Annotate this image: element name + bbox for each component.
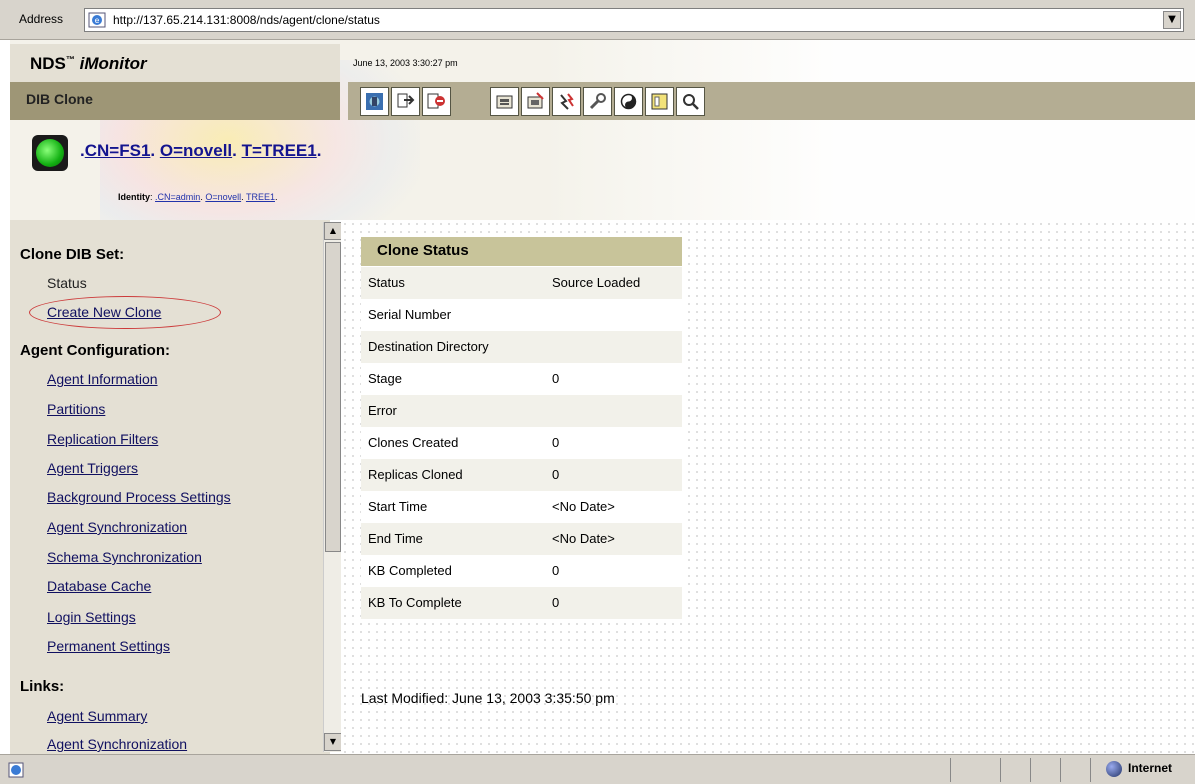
- table-row: Start Time <No Date>: [361, 491, 682, 523]
- nav-item-permanent-settings[interactable]: Permanent Settings: [47, 638, 170, 654]
- clone-status-title: Clone Status: [377, 242, 469, 259]
- page-title: DIB Clone: [26, 91, 93, 107]
- table-row: End Time <No Date>: [361, 523, 682, 555]
- main-content: Clone Status Status Source Loaded Serial…: [341, 220, 1195, 754]
- table-row: KB To Complete 0: [361, 587, 682, 619]
- scroll-up-icon[interactable]: ▲: [324, 222, 342, 240]
- internet-zone-icon: [1106, 761, 1122, 777]
- status-zone-label: Internet: [1128, 761, 1173, 775]
- nav-section-links: Links:: [20, 678, 65, 695]
- address-bar: Address e http://137.65.214.131:8008/nds…: [0, 0, 1195, 40]
- scroll-down-icon[interactable]: ▼: [324, 733, 342, 751]
- server-dn-t-link[interactable]: T=TREE1: [242, 141, 317, 160]
- product-title-strip: NDS™ iMonitor: [10, 44, 340, 82]
- row-value-kb-completed: 0: [552, 563, 560, 578]
- row-label-kb-to-complete: KB To Complete: [368, 595, 462, 610]
- page-title-strip: DIB Clone: [10, 82, 340, 120]
- yin-yang-icon[interactable]: [614, 87, 643, 116]
- row-value-stage: 0: [552, 371, 560, 386]
- status-bar: Internet: [0, 754, 1195, 784]
- nav-item-schema-synchronization[interactable]: Schema Synchronization: [47, 549, 202, 565]
- toolbar: [348, 82, 1195, 120]
- row-value-status: Source Loaded: [552, 275, 641, 290]
- table-row: Clones Created 0: [361, 427, 682, 459]
- nav-item-status[interactable]: Status: [47, 275, 87, 291]
- nav-section-clone: Clone DIB Set:: [20, 246, 125, 263]
- row-label-serial-number: Serial Number: [368, 307, 452, 322]
- report-icon[interactable]: [645, 87, 674, 116]
- page-done-icon: [8, 762, 24, 778]
- left-nav: Clone DIB Set: Status Create New Clone A…: [10, 220, 330, 754]
- identity-o-link[interactable]: O=novell: [205, 192, 241, 202]
- nav-item-agent-information[interactable]: Agent Information: [47, 371, 158, 387]
- search-icon[interactable]: [676, 87, 705, 116]
- row-label-destination-directory: Destination Directory: [368, 339, 489, 354]
- repair-icon[interactable]: [521, 87, 550, 116]
- row-label-replicas-cloned: Replicas Cloned: [368, 467, 463, 482]
- nav-scrollbar[interactable]: ▲ ▼: [323, 222, 342, 752]
- table-row: Error: [361, 395, 682, 427]
- last-modified: Last Modified: June 13, 2003 3:35:50 pm: [361, 690, 615, 706]
- row-value-clones-created: 0: [552, 435, 560, 450]
- table-row: Stage 0: [361, 363, 682, 395]
- row-label-error: Error: [368, 403, 397, 418]
- nav-item-background-process-settings[interactable]: Background Process Settings: [47, 489, 231, 505]
- table-row: KB Completed 0: [361, 555, 682, 587]
- server-dn: .CN=FS1. O=novell. T=TREE1.: [80, 141, 322, 160]
- server-status-icon: [32, 135, 68, 171]
- row-label-stage: Stage: [368, 371, 402, 386]
- product-title: NDS™ iMonitor: [30, 54, 147, 73]
- address-label: Address: [19, 12, 64, 26]
- row-label-kb-completed: KB Completed: [368, 563, 452, 578]
- row-value-start-time: <No Date>: [552, 499, 615, 514]
- navigate-icon[interactable]: [391, 87, 420, 116]
- configure-icon[interactable]: [583, 87, 612, 116]
- row-label-status: Status: [368, 275, 405, 290]
- nav-item-partitions[interactable]: Partitions: [47, 401, 105, 417]
- row-label-clones-created: Clones Created: [368, 435, 459, 450]
- nav-item-login-settings[interactable]: Login Settings: [47, 609, 136, 625]
- page-timestamp: June 13, 2003 3:30:27 pm: [353, 58, 458, 68]
- trace-icon[interactable]: [552, 87, 581, 116]
- scroll-thumb[interactable]: [325, 242, 341, 552]
- nav-item-agent-synchronization[interactable]: Agent Synchronization: [47, 519, 187, 535]
- identity-cn-link[interactable]: .CN=admin: [155, 192, 200, 202]
- address-dropdown-icon[interactable]: ▼: [1163, 11, 1181, 29]
- header-banner: NDS™ iMonitor June 13, 2003 3:30:27 pm D…: [10, 40, 1195, 220]
- exit-icon[interactable]: [422, 87, 451, 116]
- nav-section-agent: Agent Configuration:: [20, 342, 170, 359]
- nav-item-agent-triggers[interactable]: Agent Triggers: [47, 460, 138, 476]
- table-row: Status Source Loaded: [361, 267, 682, 299]
- home-icon[interactable]: [360, 87, 389, 116]
- server-info-icon[interactable]: [490, 87, 519, 116]
- identity-t-link[interactable]: TREE1: [246, 192, 275, 202]
- nav-item-links-agent-synchronization[interactable]: Agent Synchronization: [47, 736, 187, 752]
- nav-item-agent-summary[interactable]: Agent Summary: [47, 708, 147, 724]
- nav-item-database-cache[interactable]: Database Cache: [47, 578, 151, 594]
- server-dn-cn-link[interactable]: CN=FS1: [85, 141, 151, 160]
- nav-item-create-new-clone[interactable]: Create New Clone: [47, 304, 161, 320]
- row-label-end-time: End Time: [368, 531, 423, 546]
- svg-text:e: e: [95, 16, 100, 25]
- table-row: Serial Number: [361, 299, 682, 331]
- ie-page-icon: e: [88, 12, 106, 28]
- row-label-start-time: Start Time: [368, 499, 428, 514]
- row-value-kb-to-complete: 0: [552, 595, 560, 610]
- server-dn-o-link[interactable]: O=novell: [160, 141, 232, 160]
- row-value-end-time: <No Date>: [552, 531, 615, 546]
- clone-status-header: Clone Status: [361, 237, 682, 266]
- identity-line: Identity: .CN=admin. O=novell. TREE1.: [118, 192, 278, 202]
- nav-item-replication-filters[interactable]: Replication Filters: [47, 431, 158, 447]
- table-row: Destination Directory: [361, 331, 682, 363]
- address-field[interactable]: e http://137.65.214.131:8008/nds/agent/c…: [84, 8, 1184, 32]
- address-url[interactable]: http://137.65.214.131:8008/nds/agent/clo…: [113, 13, 380, 27]
- table-row: Replicas Cloned 0: [361, 459, 682, 491]
- row-value-replicas-cloned: 0: [552, 467, 560, 482]
